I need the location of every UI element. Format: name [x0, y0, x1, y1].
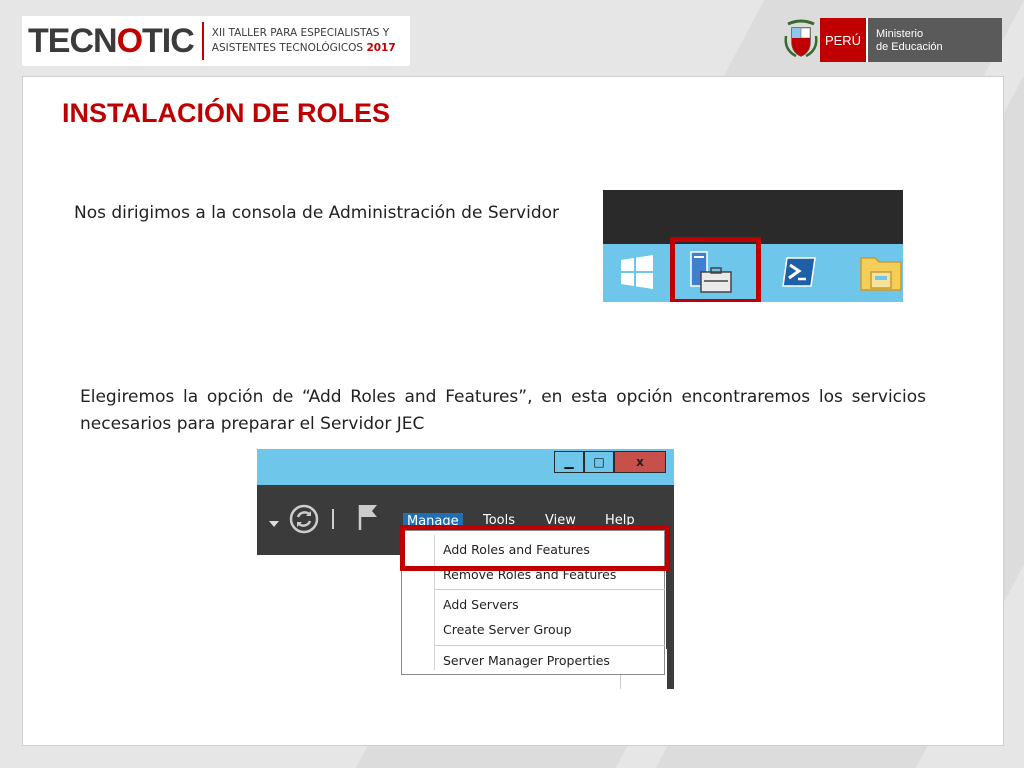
scrollbar[interactable]: [666, 485, 674, 689]
refresh-icon[interactable]: [289, 504, 319, 538]
desktop-area: [603, 190, 903, 244]
toolbar-divider: [332, 509, 334, 529]
dropdown-arrow-icon[interactable]: [269, 513, 279, 532]
logo-divider: [201, 22, 204, 60]
tecnotic-logo: TECNOTIC XII TALLER PARA ESPECIALISTAS Y…: [22, 16, 410, 66]
windows-start-icon[interactable]: [619, 254, 655, 294]
menu-separator: [435, 589, 665, 590]
logo-wordmark: TECNOTIC: [28, 21, 195, 60]
menu-item-server-manager-properties[interactable]: Server Manager Properties: [443, 653, 610, 668]
minimize-button[interactable]: ▁: [554, 451, 584, 473]
close-button[interactable]: x: [614, 451, 666, 473]
flag-icon[interactable]: [357, 503, 379, 535]
workshop-line-1: XII TALLER PARA ESPECIALISTAS Y: [211, 27, 390, 39]
page-title: INSTALACIÓN DE ROLES: [62, 98, 391, 128]
menu-separator: [435, 645, 665, 646]
instruction-paragraph-1: Nos dirigimos a la consola de Administra…: [74, 203, 560, 223]
coat-of-arms-icon: [782, 18, 820, 62]
menu-item-add-servers[interactable]: Add Servers: [443, 597, 519, 612]
workshop-name: XII TALLER PARA ESPECIALISTAS Y ASISTENT…: [212, 26, 396, 56]
government-logo: PERÚ Ministerio de Educación: [782, 18, 1002, 62]
add-roles-highlight: [400, 525, 670, 571]
server-manager-highlight: [670, 237, 761, 302]
menu-item-create-server-group[interactable]: Create Server Group: [443, 622, 572, 637]
file-explorer-icon[interactable]: [859, 252, 903, 296]
powershell-icon[interactable]: [781, 256, 817, 292]
country-label: PERÚ: [820, 18, 868, 62]
maximize-button[interactable]: □: [584, 451, 614, 473]
taskbar-screenshot: [603, 190, 903, 302]
ministry-label: Ministerio de Educación: [868, 18, 1002, 62]
workshop-line-2: ASISTENTES TECNOLÓGICOS 2017: [211, 42, 396, 54]
instruction-paragraph-2: Elegiremos la opción de “Add Roles and F…: [80, 387, 926, 434]
